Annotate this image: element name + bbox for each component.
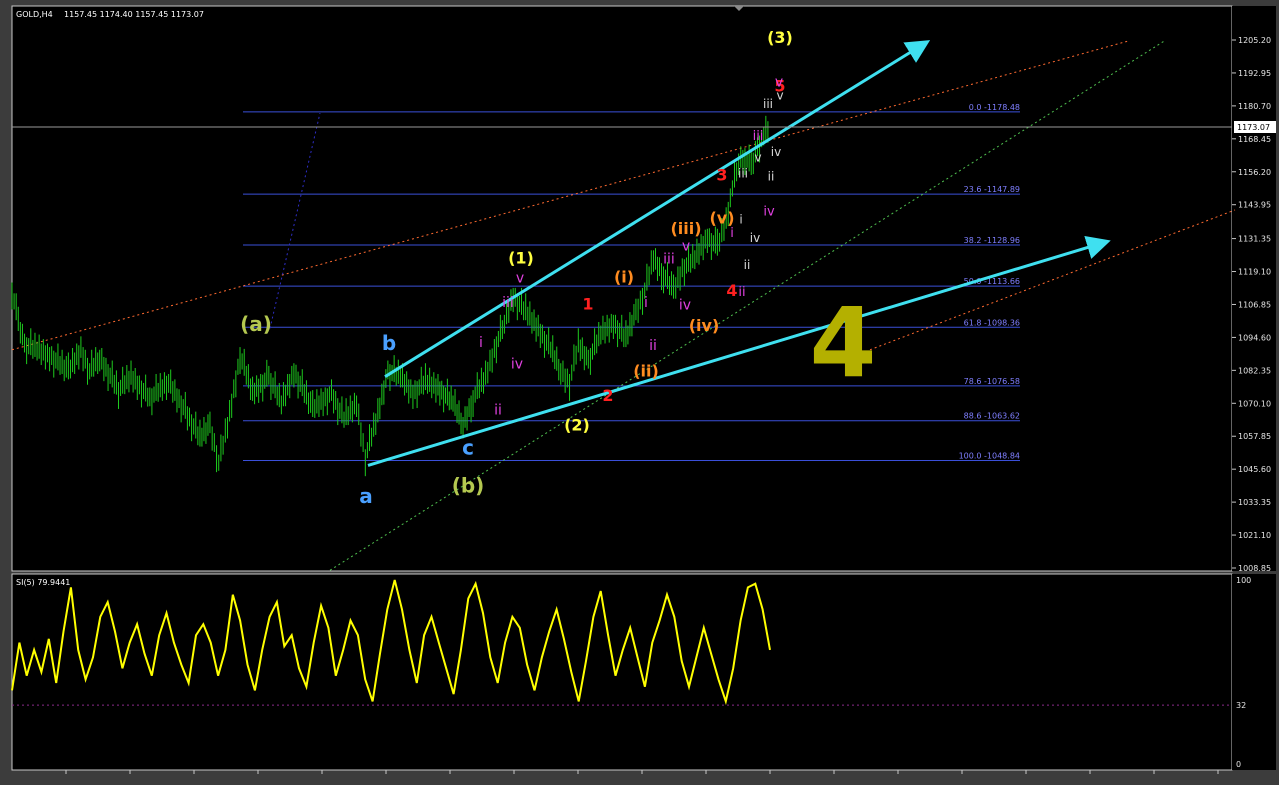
price-tick-label: 1156.20 <box>1238 168 1271 177</box>
wave-label: 2 <box>602 386 613 405</box>
wave-label: i <box>730 226 734 241</box>
wave-label: v <box>682 238 690 254</box>
wave-label: iii <box>663 252 675 268</box>
wave-label: (i) <box>614 268 634 287</box>
wave-label: (2) <box>564 415 590 434</box>
price-tick-label: 1045.60 <box>1238 465 1271 474</box>
wave-label: iii <box>753 129 764 144</box>
wave-label: i <box>644 295 648 311</box>
price-tick-label: 1192.95 <box>1238 69 1271 78</box>
wave-label: iv <box>771 145 781 159</box>
oscillator-tick-label: 0 <box>1236 760 1241 769</box>
price-tick-label: 1033.35 <box>1238 498 1271 507</box>
price-tick-label: 1119.10 <box>1238 268 1271 277</box>
wave-label: (iii) <box>670 219 701 238</box>
wave-label: 4 <box>810 288 877 400</box>
wave-label: 4 <box>726 281 737 300</box>
current-price-label: 1173.07 <box>1237 123 1270 132</box>
price-chart-svg: 0.0 -1178.4823.6 -1147.8938.2 -1128.9650… <box>11 5 1276 774</box>
wave-label: c <box>462 436 474 460</box>
fib-level-label: 23.6 -1147.89 <box>964 185 1020 194</box>
oscillator-panel[interactable] <box>11 573 1233 771</box>
wave-label: iv <box>763 204 775 219</box>
wave-label: (ii) <box>633 362 659 381</box>
ohlc-label: 1157.45 1174.40 1157.45 1173.07 <box>64 10 204 19</box>
price-tick-label: 1131.35 <box>1238 235 1271 244</box>
fib-level-label: 0.0 -1178.48 <box>969 103 1020 112</box>
price-tick-label: 1168.45 <box>1238 135 1271 144</box>
price-tick-label: 1094.60 <box>1238 333 1271 342</box>
wave-label: v <box>516 271 524 287</box>
price-tick-label: 1008.85 <box>1238 564 1271 573</box>
price-axis <box>1232 6 1276 571</box>
wave-label: ii <box>768 169 775 183</box>
symbol-label: GOLD,H4 <box>16 10 53 19</box>
wave-label: iv <box>750 231 760 245</box>
wave-label: i <box>479 335 483 351</box>
price-tick-label: 1021.10 <box>1238 531 1271 540</box>
time-axis-ticks <box>65 770 1219 774</box>
wave-label: iii <box>502 295 514 311</box>
wave-label: v <box>754 151 761 165</box>
wave-label: (b) <box>452 473 485 497</box>
wave-label: (v) <box>709 208 734 227</box>
fib-level-label: 38.2 -1128.96 <box>964 236 1020 245</box>
price-tick-label: 1057.85 <box>1238 432 1271 441</box>
price-tick-label: 1070.10 <box>1238 399 1271 408</box>
wave-label: ii <box>744 258 751 272</box>
wave-label: v <box>776 89 783 103</box>
wave-label: iii <box>738 167 748 181</box>
fib-level-label: 61.8 -1098.36 <box>964 318 1020 327</box>
wave-label: 1 <box>582 294 593 313</box>
wave-label: ii <box>649 338 657 354</box>
price-tick-label: 1143.95 <box>1238 201 1271 210</box>
fib-level-label: 78.6 -1076.58 <box>964 377 1020 386</box>
wave-label: (3) <box>767 28 793 47</box>
wave-label: (a) <box>240 312 272 336</box>
oscillator-axis <box>1232 574 1276 770</box>
wave-label: i <box>739 212 742 226</box>
price-tick-label: 1205.20 <box>1238 36 1271 45</box>
wave-label: a <box>359 484 373 508</box>
fib-level-label: 88.6 -1063.62 <box>964 412 1020 421</box>
wave-label: (iv) <box>689 316 720 335</box>
price-tick-label: 1106.85 <box>1238 300 1271 309</box>
wave-label: (1) <box>508 249 534 268</box>
oscillator-tick-label: 32 <box>1236 701 1246 710</box>
wave-label: iii <box>763 97 773 111</box>
price-tick-label: 1082.35 <box>1238 366 1271 375</box>
wave-label: 3 <box>716 165 727 184</box>
fib-level-label: 100.0 -1048.84 <box>959 451 1020 460</box>
wave-label: iv <box>511 357 523 373</box>
wave-label: ii <box>494 402 502 418</box>
wave-label: iv <box>679 297 691 313</box>
chart-window: 0.0 -1178.48 23.6 -1147.89 38.2 -1128.96 50… <box>0 0 1279 785</box>
indicator-label: SI(5) 79.9441 <box>16 578 70 587</box>
price-panel[interactable] <box>11 5 1233 572</box>
oscillator-tick-label: 100 <box>1236 576 1251 585</box>
price-tick-label: 1180.70 <box>1238 102 1271 111</box>
wave-label: ii <box>738 285 745 300</box>
wave-label: b <box>382 331 396 355</box>
